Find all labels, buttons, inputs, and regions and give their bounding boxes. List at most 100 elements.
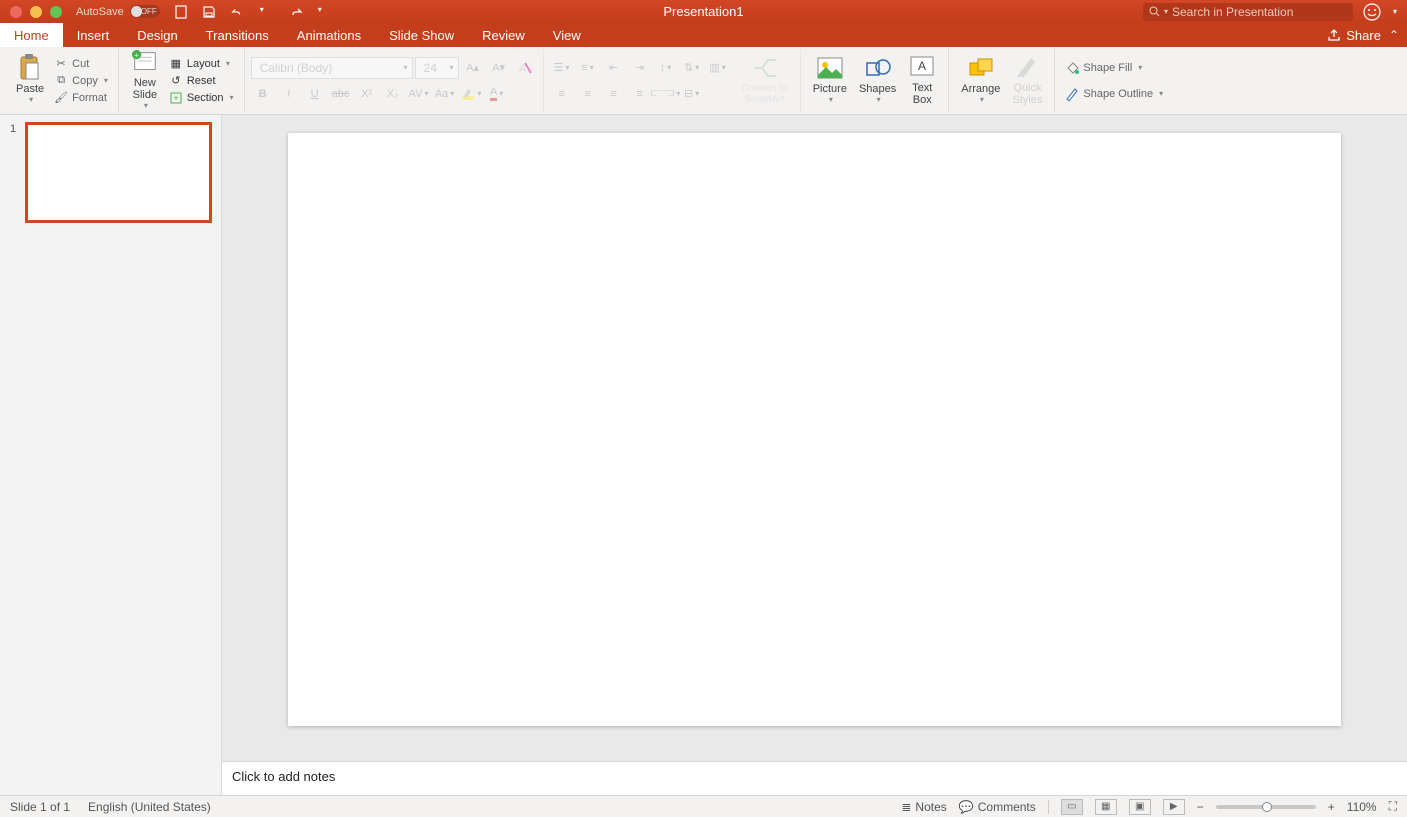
close-window-button[interactable] bbox=[10, 6, 22, 18]
superscript-button[interactable]: X² bbox=[355, 83, 379, 105]
text-direction-button[interactable]: ⇅▾ bbox=[680, 57, 704, 79]
highlight-button[interactable]: ▾ bbox=[459, 83, 483, 105]
slide-canvas[interactable] bbox=[288, 133, 1341, 726]
tab-view[interactable]: View bbox=[539, 23, 595, 47]
char-spacing-button[interactable]: AV▾ bbox=[407, 83, 431, 105]
document-title: Presentation1 bbox=[663, 4, 743, 19]
increase-indent-button[interactable]: ⇥ bbox=[628, 57, 652, 79]
autosave-toggle[interactable]: AutoSave OFF bbox=[76, 5, 160, 18]
canvas-scroll[interactable] bbox=[222, 115, 1407, 761]
save-icon[interactable] bbox=[202, 5, 216, 19]
zoom-out-button[interactable]: − bbox=[1197, 800, 1204, 814]
quick-access-toolbar: ▾ ▾ bbox=[174, 5, 332, 19]
zoom-slider[interactable] bbox=[1216, 805, 1316, 809]
tab-transitions[interactable]: Transitions bbox=[192, 23, 283, 47]
arrange-button[interactable]: Arrange▾ bbox=[955, 52, 1006, 109]
zoom-level[interactable]: 110% bbox=[1347, 800, 1377, 814]
slideshow-view-button[interactable]: ▶ bbox=[1163, 799, 1185, 815]
reset-button[interactable]: ↺Reset bbox=[165, 73, 238, 89]
thumbnail-item[interactable]: 1 bbox=[10, 123, 211, 222]
notes-toggle[interactable]: ≣Notes bbox=[901, 800, 946, 814]
redo-icon[interactable] bbox=[288, 5, 302, 19]
notes-pane[interactable]: Click to add notes bbox=[222, 761, 1407, 795]
cut-button[interactable]: ✂Cut bbox=[50, 56, 112, 72]
picture-icon bbox=[816, 54, 844, 82]
line-spacing-button[interactable]: ↕▾ bbox=[654, 57, 678, 79]
increase-font-button[interactable]: A▴ bbox=[461, 57, 485, 79]
font-name-combo[interactable]: Calibri (Body)▾ bbox=[251, 57, 413, 79]
justify-button[interactable]: ≡ bbox=[628, 83, 652, 105]
slide-counter[interactable]: Slide 1 of 1 bbox=[10, 800, 70, 814]
status-bar: Slide 1 of 1 English (United States) ≣No… bbox=[0, 795, 1407, 817]
bold-button[interactable]: B bbox=[251, 83, 275, 105]
search-dropdown-caret[interactable]: ▾ bbox=[1164, 7, 1168, 16]
align-text-button[interactable]: ⊟▾ bbox=[680, 83, 704, 105]
undo-icon[interactable] bbox=[230, 5, 244, 19]
comments-toggle[interactable]: 💬Comments bbox=[959, 800, 1036, 814]
zoom-in-button[interactable]: + bbox=[1328, 800, 1335, 814]
collapse-ribbon-icon[interactable]: ⌃ bbox=[1389, 28, 1399, 42]
shapes-button[interactable]: Shapes▾ bbox=[853, 52, 902, 109]
account-icon[interactable] bbox=[1363, 3, 1381, 21]
slides-thumbnail-pane[interactable]: 1 bbox=[0, 115, 222, 795]
align-right-button[interactable]: ≡ bbox=[602, 83, 626, 105]
tab-slideshow[interactable]: Slide Show bbox=[375, 23, 468, 47]
search-input[interactable] bbox=[1172, 5, 1347, 19]
new-slide-button[interactable]: + New Slide ▾ bbox=[125, 46, 165, 115]
tab-insert[interactable]: Insert bbox=[63, 23, 124, 47]
main-area: 1 Click to add notes bbox=[0, 115, 1407, 795]
reading-view-button[interactable]: ▣ bbox=[1129, 799, 1151, 815]
slide-thumbnail[interactable] bbox=[26, 123, 211, 222]
textbox-icon: A bbox=[908, 53, 936, 81]
format-painter-button[interactable]: 🖌Format bbox=[50, 90, 112, 106]
file-icon[interactable] bbox=[174, 5, 188, 19]
change-case-button[interactable]: Aa▾ bbox=[433, 83, 457, 105]
group-paragraph: ☰▾ ≡▾ ⇤ ⇥ ↕▾ ⇅▾ ▥▾ ≡ ≡ ≡ ≡ ⫍⫎▾ ⊟▾ Conver… bbox=[544, 49, 801, 112]
bucket-icon bbox=[1065, 61, 1079, 75]
numbering-button[interactable]: ≡▾ bbox=[576, 57, 600, 79]
columns-button[interactable]: ▥▾ bbox=[706, 57, 730, 79]
bullets-button[interactable]: ☰▾ bbox=[550, 57, 574, 79]
font-color-button[interactable]: A▾ bbox=[485, 83, 509, 105]
tab-home[interactable]: Home bbox=[0, 23, 63, 47]
quick-styles-button[interactable]: Quick Styles bbox=[1006, 51, 1048, 110]
convert-smartart-button[interactable]: Convert to SmartArt bbox=[736, 52, 794, 109]
qat-customize-dropdown[interactable]: ▾ bbox=[318, 5, 332, 19]
copy-button[interactable]: ⧉Copy▾ bbox=[50, 73, 112, 89]
normal-view-button[interactable]: ▭ bbox=[1061, 799, 1083, 815]
tab-review[interactable]: Review bbox=[468, 23, 539, 47]
italic-button[interactable]: I bbox=[277, 83, 301, 105]
decrease-indent-button[interactable]: ⇤ bbox=[602, 57, 626, 79]
share-button[interactable]: Share bbox=[1327, 28, 1381, 43]
language-indicator[interactable]: English (United States) bbox=[88, 800, 211, 814]
account-dropdown[interactable]: ▾ bbox=[1393, 7, 1397, 16]
subscript-button[interactable]: X₂ bbox=[381, 83, 405, 105]
sorter-view-button[interactable]: ▦ bbox=[1095, 799, 1117, 815]
notes-icon: ≣ bbox=[901, 800, 911, 814]
toggle-switch[interactable]: OFF bbox=[130, 5, 160, 18]
strike-button[interactable]: abc bbox=[329, 83, 353, 105]
decrease-font-button[interactable]: A▾ bbox=[487, 57, 511, 79]
underline-button[interactable]: U bbox=[303, 83, 327, 105]
picture-button[interactable]: Picture▾ bbox=[807, 52, 853, 109]
zoom-slider-thumb[interactable] bbox=[1262, 802, 1272, 812]
tab-animations[interactable]: Animations bbox=[283, 23, 375, 47]
fit-to-window-button[interactable]: ⛶ bbox=[1389, 799, 1397, 814]
search-box[interactable]: ▾ bbox=[1143, 3, 1353, 21]
undo-dropdown[interactable]: ▾ bbox=[260, 5, 274, 19]
svg-text:+: + bbox=[173, 93, 178, 103]
minimize-window-button[interactable] bbox=[30, 6, 42, 18]
font-size-combo[interactable]: 24▾ bbox=[415, 57, 459, 79]
layout-button[interactable]: ▦Layout▾ bbox=[165, 56, 238, 72]
fullscreen-window-button[interactable] bbox=[50, 6, 62, 18]
shape-outline-button[interactable]: Shape Outline▾ bbox=[1061, 86, 1167, 102]
textbox-button[interactable]: AText Box bbox=[902, 51, 942, 110]
paste-button[interactable]: Paste ▾ bbox=[10, 52, 50, 109]
align-center-button[interactable]: ≡ bbox=[576, 83, 600, 105]
distribute-button[interactable]: ⫍⫎▾ bbox=[654, 83, 678, 105]
section-button[interactable]: +Section▾ bbox=[165, 90, 238, 106]
shape-fill-button[interactable]: Shape Fill▾ bbox=[1061, 60, 1167, 76]
tab-design[interactable]: Design bbox=[123, 23, 191, 47]
align-left-button[interactable]: ≡ bbox=[550, 83, 574, 105]
clear-format-button[interactable]: A bbox=[513, 57, 537, 79]
